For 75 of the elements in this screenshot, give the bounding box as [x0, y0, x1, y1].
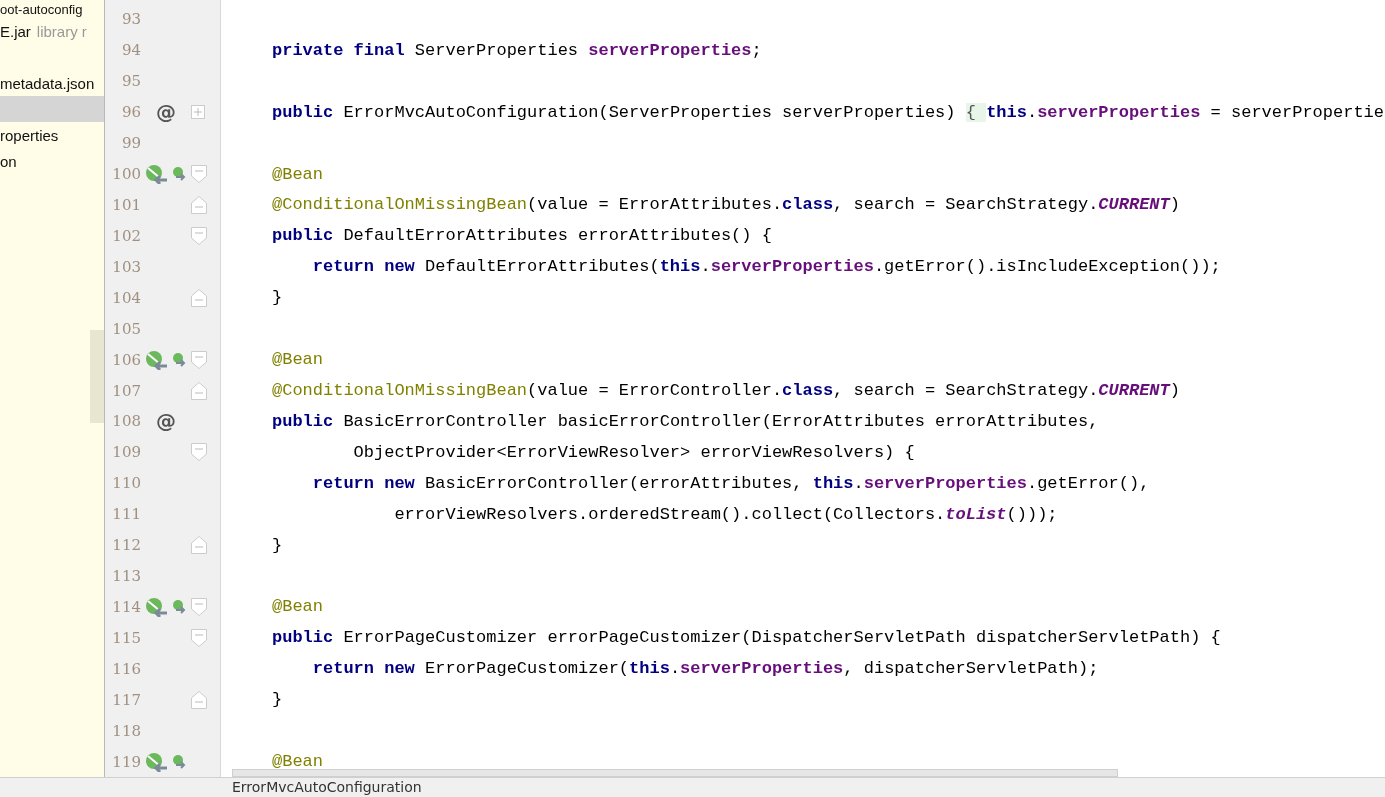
line-number: 111: [112, 505, 141, 524]
line-number: 99: [121, 134, 141, 153]
bean-navigation-icon[interactable]: [171, 351, 187, 368]
line-number: 116: [112, 659, 141, 678]
bean-navigation-icon[interactable]: [171, 598, 187, 615]
horizontal-scrollbar[interactable]: [232, 769, 1118, 777]
tree-item[interactable]: roperties: [0, 126, 59, 144]
bean-icon[interactable]: [145, 164, 169, 185]
bean-navigation-icon[interactable]: [171, 753, 187, 770]
collapse-icon[interactable]: [191, 288, 207, 307]
code-line: return new BasicErrorController(errorAttributes, this.serverProperties.getError(),: [311, 473, 1150, 493]
line-number: 109: [112, 443, 141, 462]
line-number: 110: [112, 474, 141, 493]
line-number: 117: [112, 690, 141, 709]
selected-tree-row[interactable]: [0, 96, 104, 122]
tree-item[interactable]: E.jar: [0, 22, 31, 40]
line-number: 106: [112, 350, 141, 369]
collapse-icon[interactable]: [191, 536, 207, 555]
code-line: }: [272, 535, 283, 555]
line-number: 100: [112, 165, 141, 184]
line-number: 115: [112, 628, 141, 647]
code-line: @Bean: [272, 597, 323, 617]
line-number: 107: [112, 381, 141, 400]
tree-item[interactable]: metadata.json: [0, 74, 95, 92]
line-number: 112: [112, 536, 141, 555]
collapse-icon[interactable]: [191, 690, 207, 709]
collapse-icon[interactable]: [191, 381, 207, 400]
line-number: 94: [121, 41, 141, 60]
implements-icon[interactable]: @: [156, 100, 176, 125]
code-line: @Bean: [272, 350, 323, 370]
line-number: 114: [112, 597, 141, 616]
implements-icon[interactable]: @: [156, 409, 176, 434]
line-number: 119: [112, 752, 141, 771]
code-line: }: [272, 288, 283, 308]
line-number: 105: [112, 319, 141, 338]
code-line: public ErrorMvcAutoConfiguration(ServerProperties serverProperties) { this.serverProperties = serverPropertie: [272, 102, 1385, 122]
breadcrumb[interactable]: ErrorMvcAutoConfiguration: [232, 778, 422, 797]
collapse-icon[interactable]: [191, 165, 207, 184]
line-number: 103: [112, 257, 141, 276]
line-number: 95: [121, 72, 141, 91]
collapse-icon[interactable]: [191, 597, 207, 616]
line-number: 93: [121, 10, 141, 29]
code-line: @ConditionalOnMissingBean(value = ErrorController.class, search = SearchStrategy.CURRENT): [272, 381, 1180, 400]
code-line: @ConditionalOnMissingBean(value = ErrorAttributes.class, search = SearchStrategy.CURRENT): [272, 195, 1180, 215]
collapse-icon[interactable]: [191, 196, 207, 214]
line-number: 108: [112, 412, 141, 431]
code-line: public BasicErrorController basicErrorController(ErrorAttributes errorAttributes,: [272, 411, 1099, 431]
collapse-icon[interactable]: [191, 226, 207, 245]
code-line: public ErrorPageCustomizer errorPageCustomizer(DispatcherServletPath dispatcherServletPath) {: [272, 628, 1221, 648]
tree-item[interactable]: on: [0, 152, 17, 170]
bean-navigation-icon[interactable]: [171, 166, 187, 183]
code-line: @Bean: [272, 164, 323, 184]
collapse-icon[interactable]: [191, 443, 207, 462]
code-line: }: [272, 690, 283, 710]
code-line: errorViewResolvers.orderedStream().collect(Collectors.toList()));: [393, 504, 1058, 524]
code-line: @Bean: [272, 752, 323, 772]
code-line: return new ErrorPageCustomizer(this.serverProperties, dispatcherServletPath);: [311, 659, 1099, 679]
line-number: 102: [112, 226, 141, 245]
line-number: 113: [112, 567, 141, 586]
collapse-icon[interactable]: [191, 350, 207, 369]
line-number: 104: [112, 288, 141, 307]
code-line: ObjectProvider<ErrorViewResolver> errorViewResolvers) {: [352, 442, 915, 462]
code-line: return new DefaultErrorAttributes(this.serverProperties.getError().isIncludeException());: [311, 257, 1221, 277]
bean-icon[interactable]: [145, 349, 169, 370]
line-number: 101: [112, 196, 141, 214]
tree-item[interactable]: oot-autoconfig: [0, 1, 83, 17]
bean-icon[interactable]: [145, 596, 169, 617]
collapse-icon[interactable]: [191, 628, 207, 647]
line-number: 118: [112, 721, 141, 740]
tree-item-hint: library r: [36, 22, 87, 40]
bean-icon[interactable]: [145, 751, 169, 772]
code-line: public DefaultErrorAttributes errorAttributes() {: [272, 226, 772, 246]
expand-icon[interactable]: [191, 105, 205, 120]
line-number: 96: [121, 103, 141, 122]
code-line: private final ServerProperties serverProperties;: [272, 40, 762, 60]
